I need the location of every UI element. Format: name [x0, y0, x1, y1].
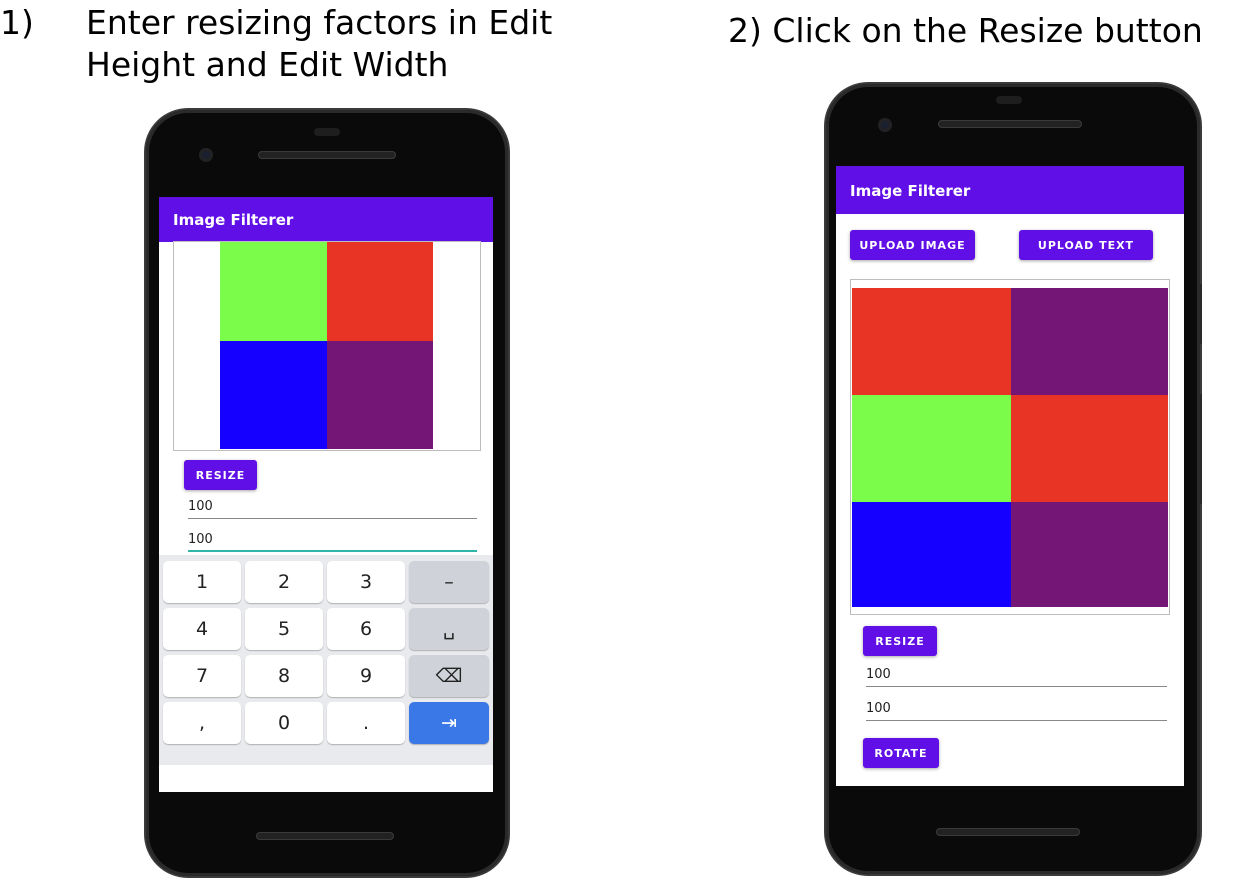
image-preview: [173, 241, 481, 451]
numeric-keyboard: 1 2 3– 4 5 6 ␣ 7 8 9 ⌫, 0. ⇥: [159, 555, 493, 765]
step1-caption: Enter resizing factors in Edit Height an…: [86, 3, 553, 84]
step1-number: 1): [0, 3, 34, 42]
upload-text-button[interactable]: UPLOAD TEXT: [1019, 230, 1153, 260]
bottom-speaker-icon: [256, 832, 394, 840]
upload-image-button[interactable]: UPLOAD IMAGE: [850, 230, 975, 260]
left-phone-frame: Image Filterer RESIZE 100 100 1 2 3– 4 5 6 ␣ 7 8…: [146, 110, 508, 876]
next-field-key-icon[interactable]: ⇥: [409, 702, 489, 744]
speaker-grille-icon: [938, 120, 1082, 128]
rotate-button[interactable]: ROTATE: [863, 738, 939, 768]
image-preview: [850, 279, 1170, 615]
earpiece-icon: [996, 96, 1022, 104]
image-cell-purple-bottom: [1011, 502, 1168, 607]
volume-button-icon: [1198, 394, 1202, 504]
app-title: Image Filterer: [850, 182, 971, 200]
image-quadrant-red: [327, 242, 433, 341]
key-2[interactable]: 2: [245, 561, 323, 603]
edit-width-field[interactable]: 100: [188, 532, 477, 552]
step2-caption: 2) Click on the Resize button: [728, 11, 1203, 50]
key-9[interactable]: 9: [327, 655, 405, 697]
backspace-key-icon[interactable]: ⌫: [409, 655, 489, 697]
image-quadrant-green: [220, 242, 327, 341]
app-bar: Image Filterer: [159, 197, 493, 242]
key-0[interactable]: 0: [245, 702, 323, 744]
image-cell-blue: [852, 502, 1011, 607]
image-cell-green: [852, 395, 1011, 502]
edit-height-underline: [866, 686, 1167, 687]
edit-width-field[interactable]: 100: [866, 701, 1167, 721]
key-7[interactable]: 7: [163, 655, 241, 697]
power-button-icon: [1198, 284, 1202, 344]
app-title: Image Filterer: [173, 211, 294, 229]
front-camera-icon: [199, 148, 213, 162]
front-camera-icon: [878, 118, 892, 132]
nav-bar-area: [159, 765, 493, 792]
edit-height-underline: [188, 518, 477, 519]
right-phone-screen: Image Filterer UPLOAD IMAGE UPLOAD TEXT …: [836, 166, 1184, 786]
image-cell-red-middle: [1011, 395, 1168, 502]
edit-width-value: 100: [866, 701, 891, 716]
earpiece-icon: [314, 128, 340, 136]
period-key[interactable]: .: [327, 702, 405, 744]
image-quadrant-blue: [220, 341, 327, 449]
key-5[interactable]: 5: [245, 608, 323, 650]
edit-height-field[interactable]: 100: [866, 667, 1167, 687]
bottom-speaker-icon: [936, 828, 1080, 836]
image-cell-red-top: [852, 288, 1011, 395]
app-bar: Image Filterer: [836, 166, 1184, 214]
key-1[interactable]: 1: [163, 561, 241, 603]
edit-height-value: 100: [866, 667, 891, 682]
resize-button[interactable]: RESIZE: [863, 626, 937, 656]
edit-height-field[interactable]: 100: [188, 499, 477, 519]
edit-width-value: 100: [188, 532, 213, 547]
minus-key-icon[interactable]: –: [409, 561, 489, 603]
edit-width-underline: [188, 550, 477, 552]
left-phone-screen: Image Filterer RESIZE 100 100 1 2 3– 4 5 6 ␣ 7 8…: [159, 197, 493, 792]
space-key-icon[interactable]: ␣: [409, 608, 489, 650]
speaker-grille-icon: [258, 151, 396, 159]
right-phone-frame: Image Filterer UPLOAD IMAGE UPLOAD TEXT …: [826, 84, 1202, 874]
comma-key[interactable]: ,: [163, 702, 241, 744]
image-quadrant-purple: [327, 341, 433, 449]
edit-width-underline: [866, 720, 1167, 721]
key-3[interactable]: 3: [327, 561, 405, 603]
edit-height-value: 100: [188, 499, 213, 514]
image-cell-purple-top: [1011, 288, 1168, 395]
key-4[interactable]: 4: [163, 608, 241, 650]
resize-button[interactable]: RESIZE: [184, 460, 257, 490]
key-8[interactable]: 8: [245, 655, 323, 697]
key-6[interactable]: 6: [327, 608, 405, 650]
